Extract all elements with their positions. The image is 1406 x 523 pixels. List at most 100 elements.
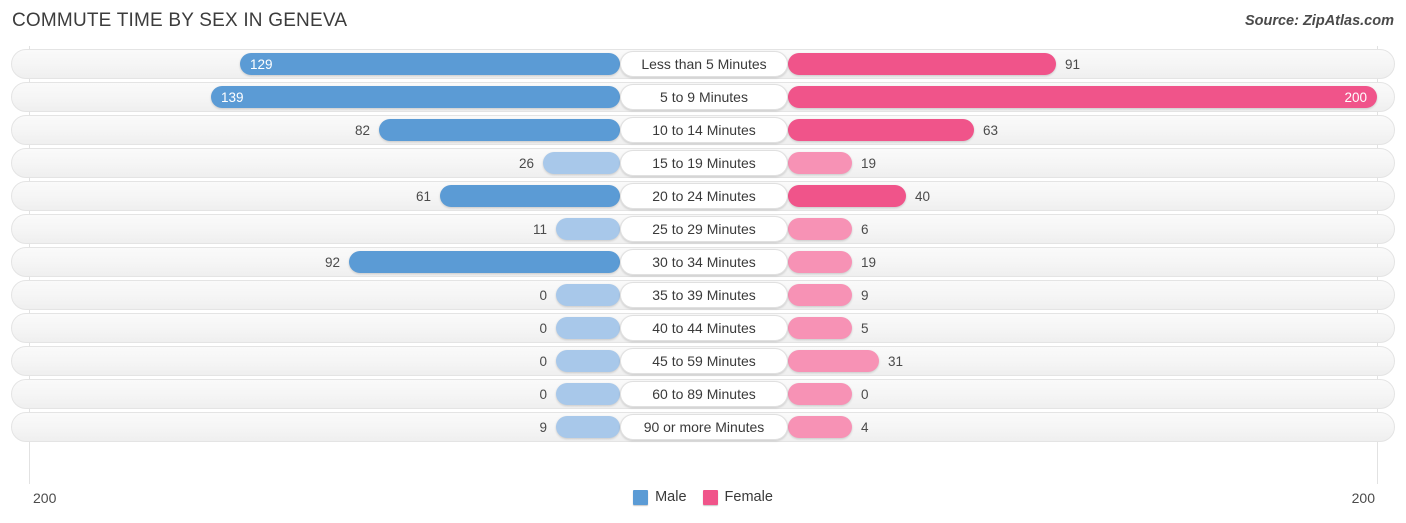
category-label: 20 to 24 Minutes bbox=[620, 183, 788, 209]
female-value-label: 0 bbox=[861, 386, 869, 402]
female-bar[interactable] bbox=[788, 284, 852, 306]
male-value-label: 82 bbox=[354, 122, 370, 138]
male-bar[interactable] bbox=[556, 218, 620, 240]
chart-row: 82 63 10 to 14 Minutes bbox=[0, 115, 1406, 145]
female-half: 9 bbox=[788, 280, 1406, 310]
chart-row: 139 200 5 to 9 Minutes bbox=[0, 82, 1406, 112]
male-value-label: 92 bbox=[324, 254, 340, 270]
female-bar[interactable] bbox=[788, 383, 852, 405]
female-bar[interactable] bbox=[788, 152, 852, 174]
female-bar[interactable] bbox=[788, 317, 852, 339]
chart-row: 0 5 40 to 44 Minutes bbox=[0, 313, 1406, 343]
male-value-label: 139 bbox=[221, 89, 244, 105]
male-bar[interactable] bbox=[556, 350, 620, 372]
category-label: 35 to 39 Minutes bbox=[620, 282, 788, 308]
female-half: 19 bbox=[788, 148, 1406, 178]
male-bar[interactable] bbox=[379, 119, 620, 141]
female-bar[interactable] bbox=[788, 251, 852, 273]
legend-swatch-icon bbox=[702, 489, 718, 505]
male-bar[interactable] bbox=[556, 416, 620, 438]
category-label: 90 or more Minutes bbox=[620, 414, 788, 440]
male-half: 0 bbox=[0, 346, 620, 376]
male-half: 0 bbox=[0, 313, 620, 343]
female-bar[interactable] bbox=[788, 185, 906, 207]
legend-label: Male bbox=[655, 489, 687, 505]
male-value-label: 9 bbox=[539, 419, 547, 435]
chart-row: 9 4 90 or more Minutes bbox=[0, 412, 1406, 442]
male-half: 26 bbox=[0, 148, 620, 178]
female-half: 5 bbox=[788, 313, 1406, 343]
female-half: 31 bbox=[788, 346, 1406, 376]
female-value-label: 31 bbox=[888, 353, 904, 369]
female-half: 63 bbox=[788, 115, 1406, 145]
category-label: Less than 5 Minutes bbox=[620, 51, 788, 77]
female-value-label: 6 bbox=[861, 221, 869, 237]
female-half: 19 bbox=[788, 247, 1406, 277]
male-half: 82 bbox=[0, 115, 620, 145]
category-label: 15 to 19 Minutes bbox=[620, 150, 788, 176]
category-label: 25 to 29 Minutes bbox=[620, 216, 788, 242]
category-label: 45 to 59 Minutes bbox=[620, 348, 788, 374]
female-bar[interactable] bbox=[788, 350, 879, 372]
female-bar[interactable]: 200 bbox=[788, 86, 1377, 108]
chart-row: 26 19 15 to 19 Minutes bbox=[0, 148, 1406, 178]
male-bar[interactable] bbox=[556, 383, 620, 405]
male-bar[interactable]: 129 bbox=[240, 53, 620, 75]
male-half: 9 bbox=[0, 412, 620, 442]
chart-row: 129 91 Less than 5 Minutes bbox=[0, 49, 1406, 79]
female-half: 6 bbox=[788, 214, 1406, 244]
male-value-label: 11 bbox=[532, 221, 547, 237]
male-bar[interactable] bbox=[556, 317, 620, 339]
female-bar[interactable] bbox=[788, 416, 852, 438]
category-label: 5 to 9 Minutes bbox=[620, 84, 788, 110]
female-half: 0 bbox=[788, 379, 1406, 409]
legend-swatch-icon bbox=[633, 489, 649, 505]
male-half: 92 bbox=[0, 247, 620, 277]
source-attribution: Source: ZipAtlas.com bbox=[1244, 13, 1394, 29]
male-half: 0 bbox=[0, 379, 620, 409]
female-value-label: 4 bbox=[861, 419, 869, 435]
male-value-label: 61 bbox=[415, 188, 431, 204]
female-value-label: 63 bbox=[983, 122, 999, 138]
category-label: 10 to 14 Minutes bbox=[620, 117, 788, 143]
male-bar[interactable]: 139 bbox=[211, 86, 620, 108]
male-value-label: 0 bbox=[539, 353, 547, 369]
male-bar[interactable] bbox=[440, 185, 620, 207]
chart-footer: 200 200 Male Female bbox=[0, 484, 1406, 523]
female-half: 91 bbox=[788, 49, 1406, 79]
legend-item-female[interactable]: Female bbox=[702, 489, 773, 505]
chart-row: 0 31 45 to 59 Minutes bbox=[0, 346, 1406, 376]
female-value-label: 9 bbox=[861, 287, 869, 303]
female-bar[interactable] bbox=[788, 119, 974, 141]
male-half: 129 bbox=[0, 49, 620, 79]
female-half: 200 bbox=[788, 82, 1406, 112]
male-value-label: 0 bbox=[539, 320, 547, 336]
chart-row: 92 19 30 to 34 Minutes bbox=[0, 247, 1406, 277]
legend-label: Female bbox=[724, 489, 773, 505]
male-value-label: 0 bbox=[539, 386, 547, 402]
chart-header: COMMUTE TIME BY SEX IN GENEVA Source: Zi… bbox=[0, 0, 1406, 46]
female-bar[interactable] bbox=[788, 218, 852, 240]
female-half: 4 bbox=[788, 412, 1406, 442]
category-label: 40 to 44 Minutes bbox=[620, 315, 788, 341]
male-bar[interactable] bbox=[543, 152, 620, 174]
female-bar[interactable] bbox=[788, 53, 1056, 75]
chart-row: 11 6 25 to 29 Minutes bbox=[0, 214, 1406, 244]
male-half: 139 bbox=[0, 82, 620, 112]
male-bar[interactable] bbox=[556, 284, 620, 306]
male-value-label: 26 bbox=[518, 155, 534, 171]
male-value-label: 129 bbox=[250, 56, 273, 72]
female-value-label: 19 bbox=[861, 155, 877, 171]
female-value-label: 19 bbox=[861, 254, 877, 270]
male-bar[interactable] bbox=[349, 251, 620, 273]
male-half: 0 bbox=[0, 280, 620, 310]
female-half: 40 bbox=[788, 181, 1406, 211]
female-value-label: 40 bbox=[915, 188, 931, 204]
legend-item-male[interactable]: Male bbox=[633, 489, 687, 505]
male-half: 61 bbox=[0, 181, 620, 211]
chart-plot-area: 129 91 Less than 5 Minutes 139 200 5 to 9 Min… bbox=[0, 46, 1406, 484]
commute-time-chart: COMMUTE TIME BY SEX IN GENEVA Source: Zi… bbox=[0, 0, 1406, 523]
female-value-label: 91 bbox=[1065, 56, 1081, 72]
chart-row: 0 0 60 to 89 Minutes bbox=[0, 379, 1406, 409]
category-label: 30 to 34 Minutes bbox=[620, 249, 788, 275]
